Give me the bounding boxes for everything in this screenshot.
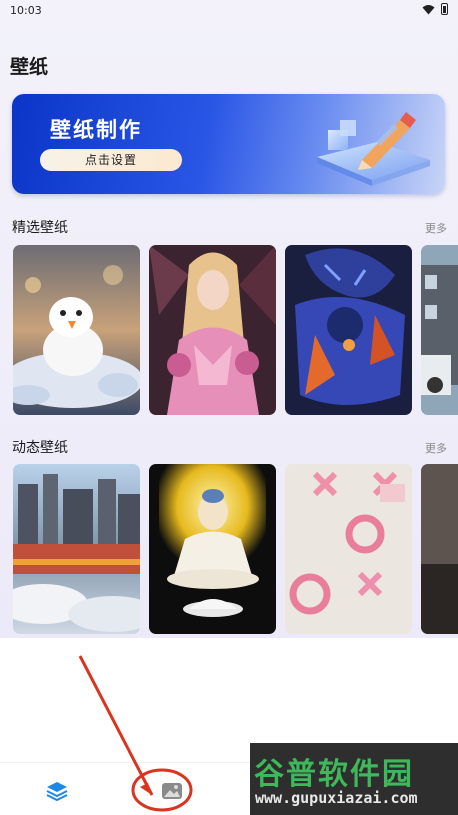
layers-icon[interactable]: [45, 779, 69, 803]
featured-thumbnail-row[interactable]: [13, 245, 458, 417]
wifi-icon: [422, 4, 435, 14]
banner-title: 壁纸制作: [50, 118, 142, 142]
status-time: 10:03: [10, 4, 42, 17]
watermark-text: 谷普软件园: [254, 757, 414, 792]
status-bar: 10:03: [0, 0, 458, 22]
battery-icon: [441, 3, 448, 15]
featured-more-link[interactable]: 更多: [425, 220, 447, 236]
dynamic-thumbnail-row[interactable]: [13, 464, 458, 636]
pink-armor-girl-wallpaper[interactable]: [149, 245, 276, 415]
dynamic-section-title: 动态壁纸: [12, 440, 68, 456]
image-icon[interactable]: [160, 779, 184, 803]
featured-section-title: 精选壁纸: [12, 220, 68, 236]
banner-set-button[interactable]: 点击设置: [40, 149, 182, 171]
watermark-url: www.gupuxiazai.com: [255, 789, 418, 807]
city-car-wallpaper[interactable]: [421, 245, 458, 415]
watermark: 谷普软件园 www.gupuxiazai.com: [250, 743, 458, 815]
buddha-wallpaper[interactable]: [149, 464, 276, 634]
snowman-wallpaper[interactable]: [13, 245, 140, 415]
dark-landscape-wallpaper[interactable]: [421, 464, 458, 634]
pink-xo-wallpaper[interactable]: [285, 464, 412, 634]
pencil-cube-3d-icon: [317, 112, 430, 186]
page-title: 壁纸: [10, 56, 49, 78]
wallpaper-maker-banner[interactable]: 壁纸制作 点击设置: [12, 94, 445, 194]
dynamic-more-link[interactable]: 更多: [425, 440, 447, 456]
status-icons: [422, 3, 448, 15]
blue-dragon-warrior-wallpaper[interactable]: [285, 245, 412, 415]
sky-city-wallpaper[interactable]: [13, 464, 140, 634]
